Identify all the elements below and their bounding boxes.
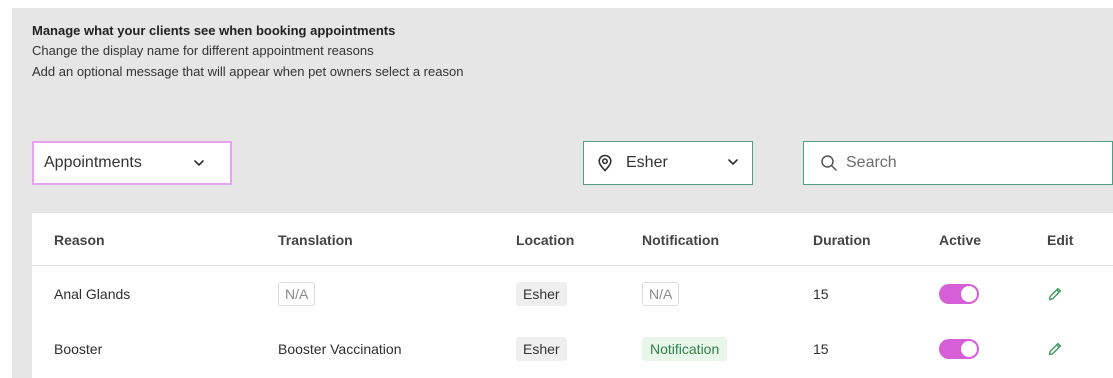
reason-cell: Anal Glands	[54, 285, 131, 302]
intro-title: Manage what your clients see when bookin…	[32, 23, 396, 38]
appointment-type-value: Appointments	[44, 154, 142, 171]
intro-text: Manage what your clients see when bookin…	[32, 22, 463, 82]
duration-cell: 15	[813, 285, 829, 302]
translation-empty-chip: N/A	[278, 281, 316, 306]
active-toggle[interactable]	[939, 338, 979, 359]
toggle-knob	[961, 285, 977, 302]
notification-chip: Notification	[642, 336, 728, 361]
header-edit: Edit	[1047, 231, 1074, 248]
location-pin-icon	[598, 154, 612, 172]
appointment-type-dropdown[interactable]: Appointments	[32, 141, 232, 185]
active-cell	[939, 322, 979, 375]
location-value: Esher	[626, 154, 668, 171]
toggle-knob	[961, 340, 977, 357]
table-header-row: Reason Translation Location Notification…	[32, 213, 1113, 266]
table-row: Anal Glands N/A Esher N/A 15	[32, 267, 1113, 320]
location-chip: Esher	[516, 336, 567, 361]
search-input[interactable]: Search	[803, 141, 1113, 185]
header-notification: Notification	[642, 231, 719, 248]
reasons-settings-panel: Manage what your clients see when bookin…	[12, 8, 1113, 378]
reasons-table: Reason Translation Location Notification…	[32, 213, 1113, 378]
table-row: Booster Booster Vaccination Esher Notifi…	[32, 322, 1113, 375]
header-translation: Translation	[278, 231, 353, 248]
header-duration: Duration	[813, 231, 871, 248]
header-reason: Reason	[54, 231, 105, 248]
intro-line-2: Add an optional message that will appear…	[32, 64, 464, 79]
location-chip: Esher	[516, 281, 567, 306]
translation-cell: N/A	[278, 267, 316, 320]
edit-cell	[1047, 322, 1063, 375]
notification-cell: Notification	[642, 322, 728, 375]
chevron-down-icon	[194, 160, 204, 166]
notification-cell: N/A	[642, 267, 680, 320]
notification-empty-chip: N/A	[642, 281, 680, 306]
active-cell	[939, 267, 979, 320]
search-icon	[821, 155, 837, 171]
location-cell: Esher	[516, 322, 567, 375]
location-cell: Esher	[516, 267, 567, 320]
edit-cell	[1047, 267, 1063, 320]
chevron-down-icon	[728, 159, 738, 165]
location-dropdown[interactable]: Esher	[583, 141, 753, 185]
header-active: Active	[939, 231, 982, 248]
pencil-icon[interactable]	[1047, 286, 1063, 302]
intro-line-1: Change the display name for different ap…	[32, 43, 374, 58]
translation-cell: Booster Vaccination	[278, 340, 402, 357]
search-placeholder: Search	[846, 154, 897, 171]
pencil-icon[interactable]	[1047, 341, 1063, 357]
active-toggle[interactable]	[939, 283, 979, 304]
reason-cell: Booster	[54, 340, 103, 357]
duration-cell: 15	[813, 340, 829, 357]
header-location: Location	[516, 231, 575, 248]
